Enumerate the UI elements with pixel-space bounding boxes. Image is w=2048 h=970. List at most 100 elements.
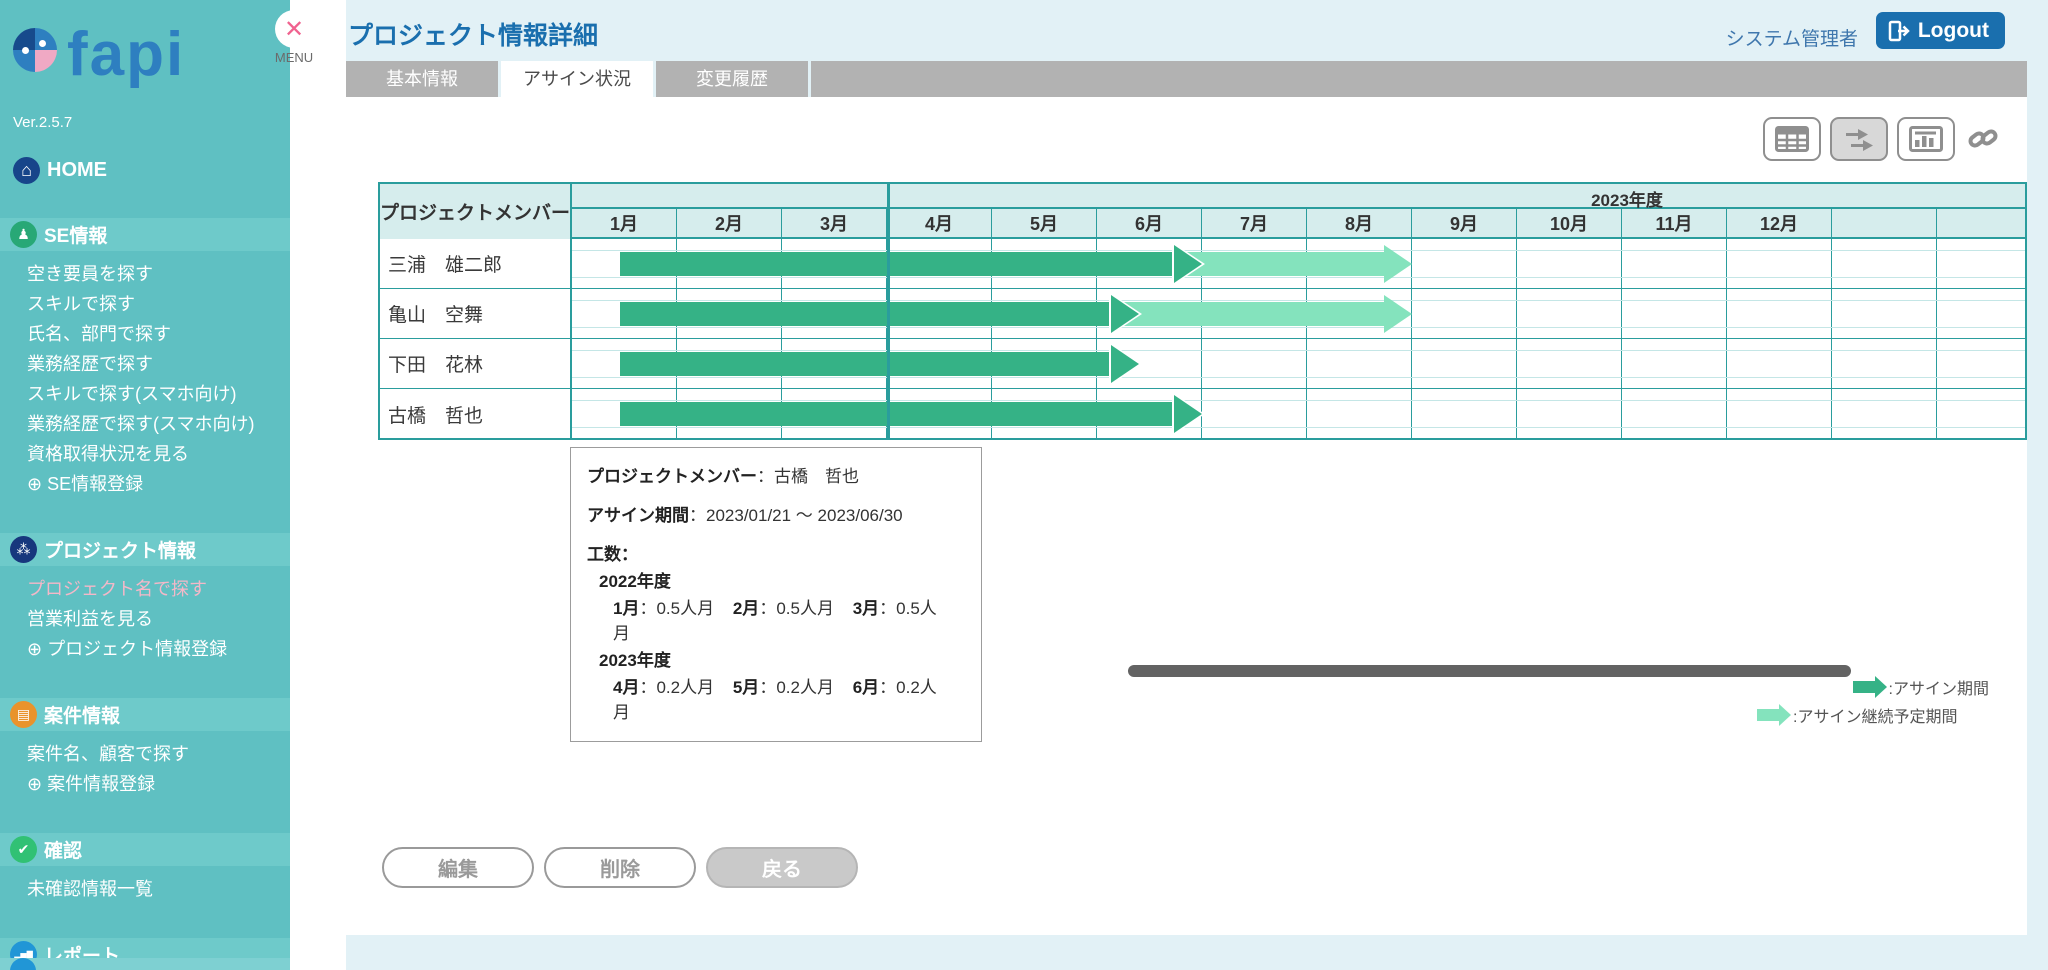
- share-link-button[interactable]: [1965, 122, 2001, 156]
- gantt-row: 下田 花林: [380, 339, 2025, 389]
- check-icon: ✔: [10, 836, 37, 863]
- assign-period-bar[interactable]: [620, 252, 1174, 276]
- assign-period-bar[interactable]: [620, 402, 1174, 426]
- tab-basic-info[interactable]: 基本情報: [346, 61, 498, 97]
- sidebar-section-header[interactable]: ✔確認: [0, 833, 290, 866]
- link-icon: [1965, 122, 2001, 156]
- gantt-legend: :アサイン期間 :アサイン継続予定期間: [1757, 675, 2017, 731]
- month-label: 4月: [613, 678, 639, 697]
- menu-label: MENU: [266, 50, 322, 65]
- tab-bar: 基本情報 アサイン状況 変更履歴: [346, 61, 2027, 97]
- month-header-cell: 12月: [1727, 209, 1832, 239]
- app-logo[interactable]: fapi: [0, 0, 290, 108]
- sidebar-item[interactable]: スキルで探す: [27, 289, 290, 319]
- member-name: 三浦 雄二郎: [380, 239, 572, 288]
- month-header-cell: 5月: [992, 209, 1097, 239]
- tooltip-fy2022-efforts: 1月：0.5人月 2月：0.5人月 3月：0.5人月: [587, 594, 967, 644]
- logout-button[interactable]: Logout: [1876, 12, 2005, 49]
- assign-period-label: :アサイン期間: [1889, 675, 1989, 699]
- logout-door-icon: [1888, 20, 1910, 42]
- sidebar-item[interactable]: 氏名、部門で探す: [27, 319, 290, 349]
- sidebar-item[interactable]: 未確認情報一覧: [27, 874, 290, 904]
- horizontal-scrollbar[interactable]: [1128, 665, 1851, 677]
- assignment-gantt-table: プロジェクトメンバー 2023年度 1月2月3月4月5月6月7月8月9月10月1…: [378, 182, 2027, 440]
- member-name: 下田 花林: [380, 339, 572, 388]
- page-title: プロジェクト情報詳細: [348, 16, 598, 52]
- sidebar-item[interactable]: 業務経歴で探す: [27, 349, 290, 379]
- table-icon: [1775, 126, 1809, 152]
- arrow-head: [1111, 295, 1139, 333]
- back-button[interactable]: 戻る: [706, 847, 858, 888]
- member-column-header: プロジェクトメンバー: [380, 184, 572, 239]
- tab-bar-filler: [811, 61, 2027, 97]
- view-toolbar: [1754, 117, 2001, 161]
- tab-change-history[interactable]: 変更履歴: [656, 61, 808, 97]
- planned-period-arrow-icon: [1757, 709, 1787, 721]
- gantt-view-button[interactable]: [1830, 117, 1888, 161]
- tooltip-fy2022-label: 2022年度: [599, 572, 671, 591]
- sidebar-section-header[interactable]: ⁂プロジェクト情報: [0, 533, 290, 566]
- sidebar-item[interactable]: スキルで探す(スマホ向け): [27, 379, 290, 409]
- assign-period-arrow-icon: [1853, 681, 1883, 693]
- edit-button[interactable]: 編集: [382, 847, 534, 888]
- assign-period-bar[interactable]: [620, 302, 1111, 326]
- sidebar-item[interactable]: 空き要員を探す: [27, 259, 290, 289]
- gantt-row: 古橋 哲也: [380, 389, 2025, 439]
- sidebar-item[interactable]: ⊕ プロジェクト情報登録: [27, 634, 290, 664]
- month-label: 6月: [853, 678, 879, 697]
- separator: ：: [757, 467, 774, 486]
- tooltip-fy2023-label: 2023年度: [599, 651, 671, 670]
- separator: ：: [639, 599, 656, 618]
- sidebar-item[interactable]: プロジェクト名で探す: [27, 574, 290, 604]
- sidebar-section-header[interactable]: ▤ 案件情報: [0, 698, 290, 731]
- table-view-button[interactable]: [1763, 117, 1821, 161]
- sidebar-item[interactable]: 営業利益を見る: [27, 604, 290, 634]
- sidebar-section-header[interactable]: ♟SE情報: [0, 218, 290, 251]
- effort-value: 0.5人月: [656, 599, 714, 618]
- chart-view-button[interactable]: [1897, 117, 1955, 161]
- sidebar-item[interactable]: ⊕ SE情報登録: [27, 469, 290, 499]
- close-icon: ✕: [275, 10, 313, 48]
- effort-value: 0.5人月: [776, 599, 834, 618]
- arrows-icon: [1842, 125, 1876, 153]
- home-label: HOME: [47, 159, 107, 182]
- arrow-head: [1384, 295, 1412, 333]
- member-name: 古橋 哲也: [380, 389, 572, 439]
- month-header-cell: [1832, 209, 1937, 239]
- bar-chart-icon: [1909, 126, 1943, 152]
- sidebar-item[interactable]: 資格取得状況を見る: [27, 439, 290, 469]
- sidebar-section-label: 案件情報: [44, 701, 120, 728]
- tooltip-period-label: アサイン期間: [587, 506, 689, 525]
- sidebar-next-section-partial: [0, 958, 290, 970]
- month-header-cell: [1937, 209, 2027, 239]
- sidebar-item[interactable]: 業務経歴で探す(スマホ向け): [27, 409, 290, 439]
- assignment-tooltip: プロジェクトメンバー：古橋 哲也 アサイン期間：2023/01/21 ～ 202…: [570, 447, 982, 742]
- doc-icon: ▤: [10, 701, 37, 728]
- tooltip-member-label: プロジェクトメンバー: [587, 467, 757, 486]
- delete-button[interactable]: 削除: [544, 847, 696, 888]
- menu-toggle[interactable]: ✕ MENU: [266, 10, 322, 65]
- gantt-row-grid: [572, 239, 2025, 288]
- puzzle-logo-icon: [13, 28, 57, 72]
- tooltip-effort-label: 工数：: [587, 545, 638, 564]
- sidebar-gutter: [290, 0, 346, 970]
- month-header-cell: 6月: [1097, 209, 1202, 239]
- month-header-cell: 7月: [1202, 209, 1307, 239]
- separator: ：: [759, 599, 776, 618]
- sidebar-item[interactable]: 案件名、顧客で探す: [27, 739, 290, 769]
- sidebar-item[interactable]: ⊕ 案件情報登録: [27, 769, 290, 799]
- gantt-row-grid: [572, 289, 2025, 338]
- gantt-rows: 三浦 雄二郎亀山 空舞下田 花林古橋 哲也: [380, 239, 2025, 438]
- separator: ：: [879, 678, 896, 697]
- assign-period-bar[interactable]: [620, 352, 1111, 376]
- fiscal-year-row: 2023年度: [572, 184, 2025, 209]
- gantt-row-grid: [572, 339, 2025, 388]
- logged-in-user: システム管理者: [1726, 24, 1858, 51]
- logo-text: fapi: [67, 20, 185, 89]
- fiscal-year-label: 2023年度: [1547, 186, 1707, 211]
- tab-assign-status[interactable]: アサイン状況: [501, 61, 653, 97]
- sidebar-item-home[interactable]: ⌂ HOME: [13, 157, 290, 184]
- planned-period-bar[interactable]: [1111, 302, 1384, 326]
- arrow-head: [1384, 245, 1412, 283]
- planned-period-bar[interactable]: [1174, 252, 1384, 276]
